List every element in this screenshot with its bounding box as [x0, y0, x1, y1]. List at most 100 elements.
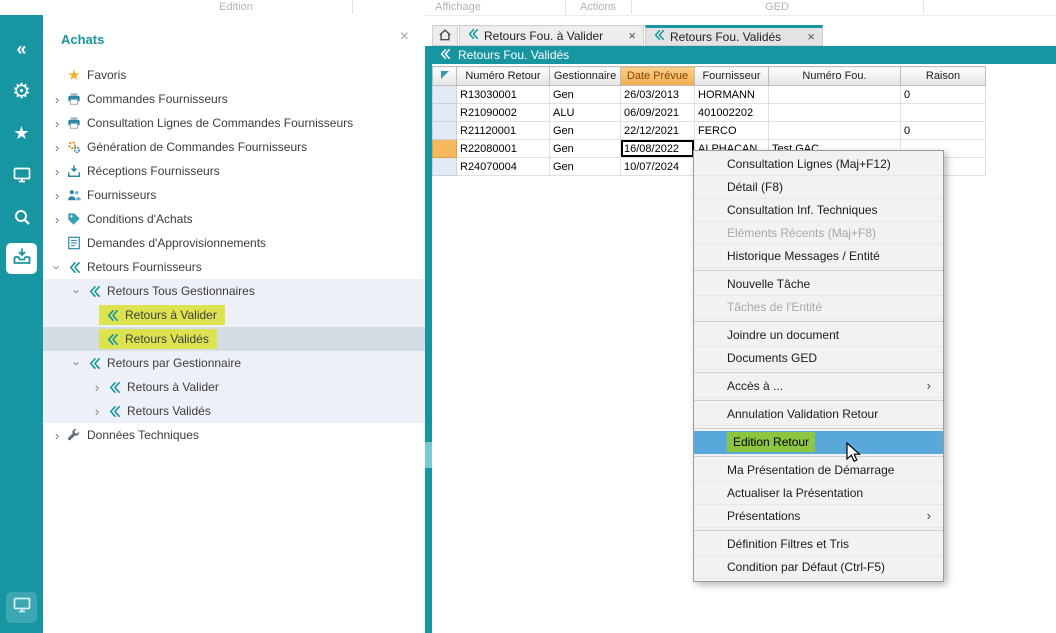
tree-item-generation-commandes[interactable]: › Génération de Commandes Fournisseurs	[43, 135, 425, 159]
cell-raison[interactable]: 0	[901, 86, 986, 104]
col-header-numero-retour[interactable]: Numéro Retour	[457, 67, 550, 86]
cell-numero-retour[interactable]: R24070004	[457, 158, 550, 176]
wrench-icon	[66, 427, 82, 443]
cell-numero-fou[interactable]	[769, 122, 901, 140]
chevron-right-icon[interactable]: ›	[51, 188, 63, 203]
chevron-right-icon[interactable]: ›	[91, 380, 103, 395]
menu-item-actualiser-presentation[interactable]: Actualiser la Présentation	[694, 482, 943, 505]
tree-item-fournisseurs[interactable]: › Fournisseurs	[43, 183, 425, 207]
tree-item-consultation-lignes[interactable]: › Consultation Lignes de Commandes Fourn…	[43, 111, 425, 135]
tab-retours-fou-valides[interactable]: Retours Fou. Validés ×	[645, 25, 823, 46]
close-nav-icon[interactable]: ×	[400, 28, 409, 46]
tree-item-commandes-fournisseurs[interactable]: › Commandes Fournisseurs	[43, 87, 425, 111]
nav-scrollbar[interactable]	[425, 46, 432, 633]
tree-item-favoris[interactable]: ★ Favoris	[43, 63, 425, 87]
menu-item-joindre-document[interactable]: Joindre un document	[694, 324, 943, 347]
menu-item-acces-a[interactable]: Accès à ...›	[694, 375, 943, 398]
menu-item-definition-filtres-tris[interactable]: Définition Filtres et Tris	[694, 533, 943, 556]
chevron-right-icon[interactable]: ›	[51, 116, 63, 131]
screen-button[interactable]	[6, 592, 37, 623]
menu-item-annulation-validation-retour[interactable]: Annulation Validation Retour	[694, 403, 943, 426]
cell-fournisseur[interactable]: 401002202	[695, 104, 769, 122]
menu-item-edition-retour[interactable]: Edition Retour	[694, 431, 943, 454]
cell-numero-retour[interactable]: R21090002	[457, 104, 550, 122]
menu-item-elements-recents[interactable]: Eléments Récents (Maj+F8)	[694, 222, 943, 245]
cell-fournisseur[interactable]: HORMANN	[695, 86, 769, 104]
tree-item-retours-fournisseurs[interactable]: › Retours Fournisseurs	[43, 255, 425, 279]
menu-item-taches-entite[interactable]: Tâches de l'Entité	[694, 296, 943, 319]
chevron-down-icon[interactable]: ›	[50, 261, 65, 273]
close-tab-icon[interactable]: ×	[628, 28, 636, 43]
cell-date-prevue[interactable]: 22/12/2021	[621, 122, 695, 140]
cell-gestionnaire[interactable]: Gen	[550, 122, 621, 140]
tree-item-retours-tous-gestionnaires[interactable]: › Retours Tous Gestionnaires	[43, 279, 425, 303]
menu-item-condition-par-defaut[interactable]: Condition par Défaut (Ctrl-F5)	[694, 556, 943, 579]
col-header-gestionnaire[interactable]: Gestionnaire	[550, 67, 621, 86]
collapse-sidebar-button[interactable]: «	[0, 31, 43, 67]
menu-item-consultation-lignes[interactable]: Consultation Lignes (Maj+F12)	[694, 153, 943, 176]
focused-cell[interactable]: 16/08/2022	[621, 140, 695, 158]
tree-item-donnees-techniques[interactable]: › Données Techniques	[43, 423, 425, 447]
select-all-header[interactable]	[433, 67, 457, 86]
cell-raison[interactable]: 0	[901, 122, 986, 140]
col-header-numero-fou[interactable]: Numéro Fou.	[769, 67, 901, 86]
close-tab-icon[interactable]: ×	[807, 29, 815, 44]
ribbon-strip: Edition Affichage Actions GED	[0, 0, 1056, 16]
col-header-date-prevue[interactable]: Date Prévue	[621, 67, 695, 86]
chevron-right-icon[interactable]: ›	[51, 212, 63, 227]
cell-raison[interactable]	[901, 104, 986, 122]
cell-gestionnaire[interactable]: Gen	[550, 86, 621, 104]
receptions-module-button[interactable]	[6, 243, 37, 274]
row-selector-cell[interactable]	[433, 158, 457, 176]
cell-numero-fou[interactable]	[769, 86, 901, 104]
row-selector-cell[interactable]	[433, 122, 457, 140]
menu-item-presentations[interactable]: Présentations›	[694, 505, 943, 528]
cell-gestionnaire[interactable]: ALU	[550, 104, 621, 122]
menu-item-nouvelle-tache[interactable]: Nouvelle Tâche	[694, 273, 943, 296]
chevron-down-icon[interactable]: ›	[70, 285, 85, 297]
tab-home[interactable]	[432, 25, 458, 46]
menu-item-historique-messages[interactable]: Historique Messages / Entité	[694, 245, 943, 268]
col-header-fournisseur[interactable]: Fournisseur	[695, 67, 769, 86]
chevron-right-icon[interactable]: ›	[91, 404, 103, 419]
tree-item-receptions-fournisseurs[interactable]: › Réceptions Fournisseurs	[43, 159, 425, 183]
menu-item-documents-ged[interactable]: Documents GED	[694, 347, 943, 370]
settings-button[interactable]: ⚙	[0, 73, 43, 109]
chevron-right-icon[interactable]: ›	[51, 92, 63, 107]
tree-item-retours-valides-par-gest[interactable]: › Retours Validés	[43, 399, 425, 423]
cell-numero-retour[interactable]: R21120001	[457, 122, 550, 140]
tree-item-retours-par-gestionnaire[interactable]: › Retours par Gestionnaire	[43, 351, 425, 375]
tab-retours-fou-a-valider[interactable]: Retours Fou. à Valider ×	[459, 25, 644, 46]
tree-item-retours-valides-tous[interactable]: Retours Validés	[43, 327, 425, 351]
cell-numero-fou[interactable]	[769, 104, 901, 122]
current-row-marker[interactable]	[433, 140, 457, 158]
display-button[interactable]	[0, 159, 43, 195]
cell-date-prevue[interactable]: 10/07/2024	[621, 158, 695, 176]
col-header-raison[interactable]: Raison	[901, 67, 986, 86]
tree-item-retours-a-valider-tous[interactable]: Retours à Valider	[43, 303, 425, 327]
tree-item-retours-a-valider-par-gest[interactable]: › Retours à Valider	[43, 375, 425, 399]
cell-fournisseur[interactable]: FERCO	[695, 122, 769, 140]
search-button[interactable]	[0, 201, 43, 237]
cell-gestionnaire[interactable]: Gen	[550, 158, 621, 176]
tree-item-demandes-approvisionnements[interactable]: Demandes d'Approvisionnements	[43, 231, 425, 255]
row-selector-cell[interactable]	[433, 86, 457, 104]
row-selector-cell[interactable]	[433, 104, 457, 122]
favorites-button[interactable]: ★	[0, 115, 43, 151]
star-icon: ★	[13, 124, 29, 142]
chevron-right-icon[interactable]: ›	[51, 164, 63, 179]
cell-numero-retour[interactable]: R13030001	[457, 86, 550, 104]
gear-icon: ⚙	[12, 81, 31, 102]
menu-item-ma-presentation-demarrage[interactable]: Ma Présentation de Démarrage	[694, 459, 943, 482]
tree-item-conditions-achats[interactable]: › Conditions d'Achats	[43, 207, 425, 231]
cell-date-prevue[interactable]: 06/09/2021	[621, 104, 695, 122]
cell-gestionnaire[interactable]: Gen	[550, 140, 621, 158]
cell-date-prevue[interactable]: 26/03/2013	[621, 86, 695, 104]
chevron-down-icon[interactable]: ›	[70, 357, 85, 369]
scrollbar-thumb[interactable]	[425, 442, 432, 468]
cell-numero-retour[interactable]: R22080001	[457, 140, 550, 158]
chevron-right-icon[interactable]: ›	[51, 428, 63, 443]
chevron-right-icon[interactable]: ›	[51, 140, 63, 155]
menu-item-consultation-inf-techniques[interactable]: Consultation Inf. Techniques	[694, 199, 943, 222]
menu-item-detail[interactable]: Détail (F8)	[694, 176, 943, 199]
